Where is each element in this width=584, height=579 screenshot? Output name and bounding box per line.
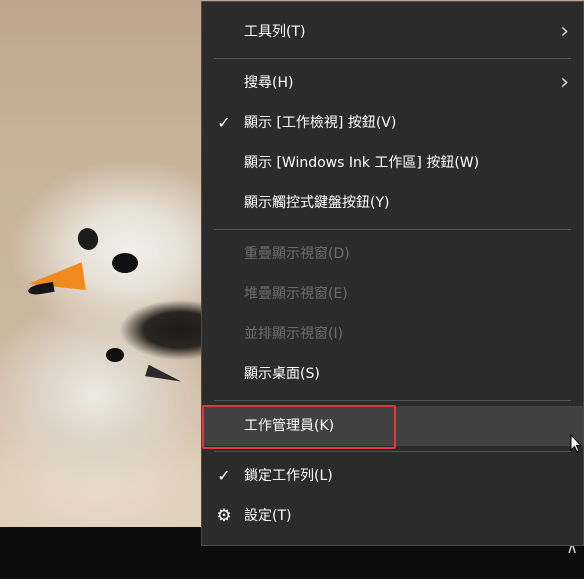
checkmark-icon: ✓ (217, 466, 231, 485)
menu-item-show-task-view-button[interactable]: ✓ 顯示 [工作檢視] 按鈕(V) (202, 103, 583, 143)
menu-item-search[interactable]: 搜尋(H) › (202, 63, 583, 103)
chevron-right-icon: › (560, 70, 569, 95)
menu-item-label: 重疊顯示視窗(D) (244, 246, 350, 262)
menu-item-label: 鎖定工作列(L) (244, 468, 333, 484)
wallpaper-bird-band (120, 300, 202, 370)
menu-item-label: 並排顯示視窗(I) (244, 326, 344, 342)
highlight-annotation-box (202, 405, 396, 449)
wallpaper-bird-cap (74, 225, 102, 253)
menu-item-show-desktop[interactable]: 顯示桌面(S) (202, 354, 583, 394)
menu-item-label: 工具列(T) (244, 24, 306, 40)
menu-item-toolbars[interactable]: 工具列(T) › (202, 12, 583, 52)
menu-item-settings[interactable]: ⚙ 設定(T) (202, 496, 583, 536)
menu-separator (214, 400, 571, 401)
checkmark-icon: ✓ (217, 113, 231, 132)
wallpaper-bird-eye (112, 253, 138, 273)
menu-item-stack-windows: 堆疊顯示視窗(E) (202, 274, 583, 314)
wallpaper-chick-eye (106, 348, 124, 362)
menu-separator (214, 451, 571, 452)
chevron-right-icon: › (560, 19, 569, 44)
gear-icon: ⚙ (216, 506, 232, 526)
menu-item-label: 堆疊顯示視窗(E) (244, 286, 348, 302)
taskbar-context-menu: 工具列(T) › 搜尋(H) › ✓ 顯示 [工作檢視] 按鈕(V) 顯示 [W… (201, 1, 584, 546)
mouse-pointer-icon (570, 434, 582, 453)
menu-item-cascade-windows: 重疊顯示視窗(D) (202, 234, 583, 274)
menu-item-label: 顯示 [Windows Ink 工作區] 按鈕(W) (244, 155, 480, 171)
menu-item-label: 設定(T) (244, 508, 292, 524)
menu-item-show-windows-ink-button[interactable]: 顯示 [Windows Ink 工作區] 按鈕(W) (202, 143, 583, 183)
menu-separator (214, 58, 571, 59)
menu-item-lock-taskbar[interactable]: ✓ 鎖定工作列(L) (202, 456, 583, 496)
menu-separator (214, 229, 571, 230)
menu-item-label: 顯示觸控式鍵盤按鈕(Y) (244, 195, 390, 211)
menu-item-label: 搜尋(H) (244, 75, 294, 91)
menu-item-label: 顯示桌面(S) (244, 366, 320, 382)
menu-item-side-by-side-windows: 並排顯示視窗(I) (202, 314, 583, 354)
menu-item-show-touch-keyboard-button[interactable]: 顯示觸控式鍵盤按鈕(Y) (202, 183, 583, 223)
menu-item-label: 顯示 [工作檢視] 按鈕(V) (244, 115, 397, 131)
